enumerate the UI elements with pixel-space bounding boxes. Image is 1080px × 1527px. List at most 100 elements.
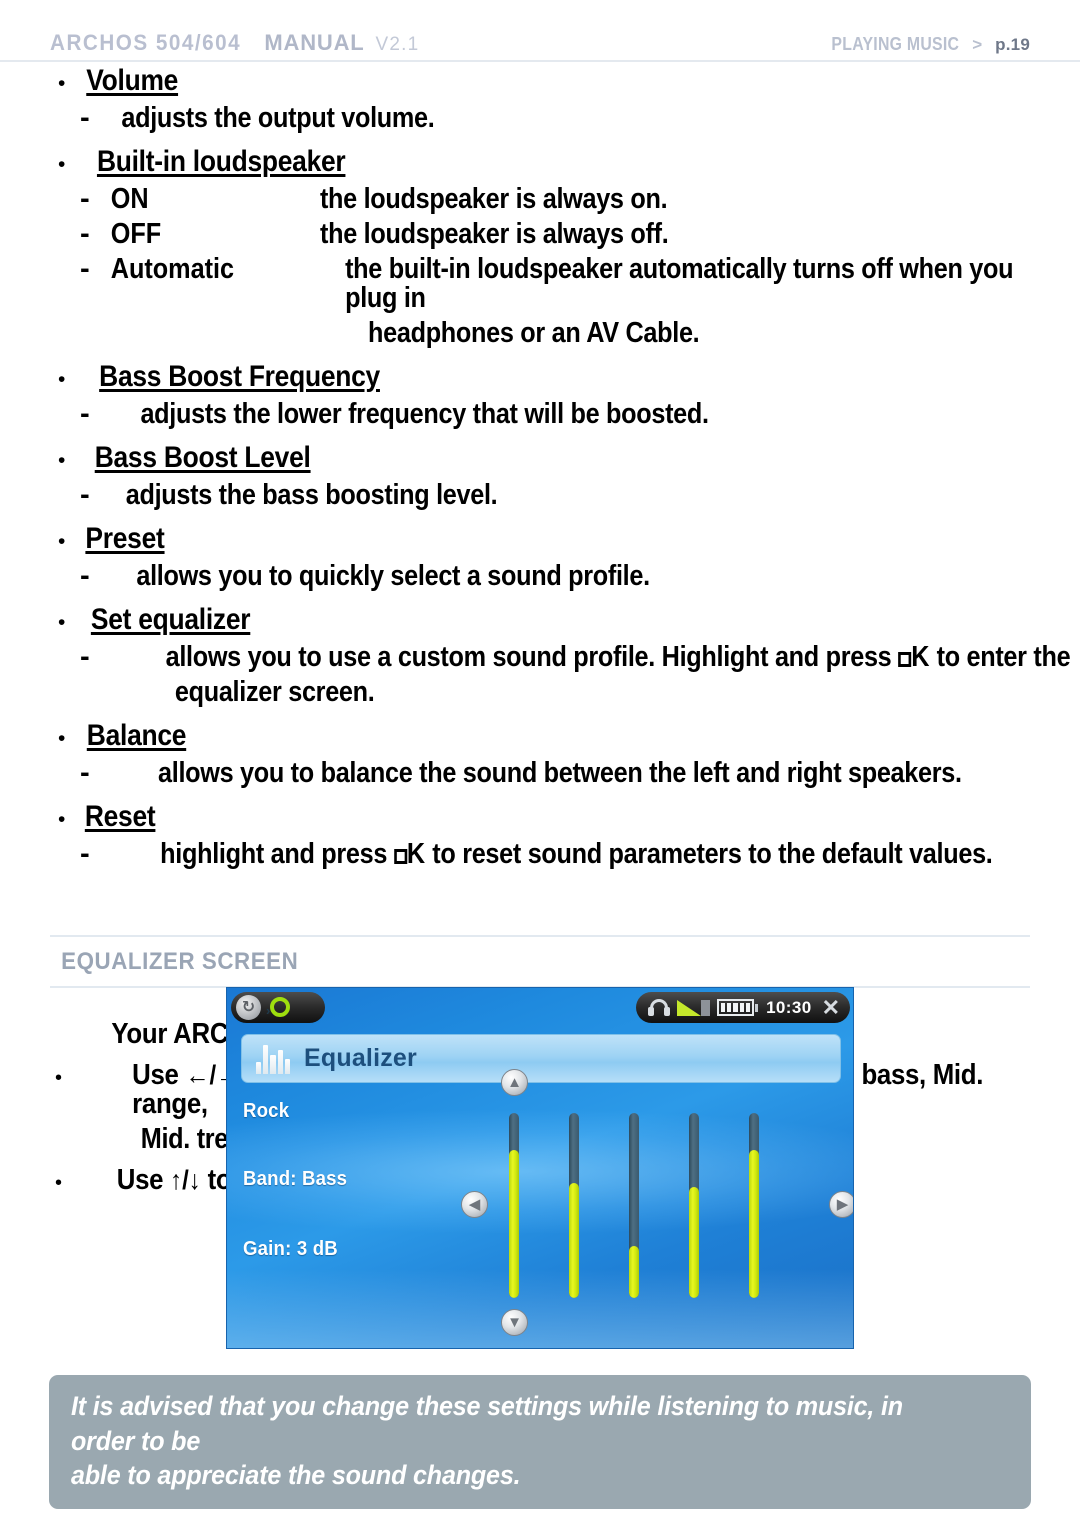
option-row: - Automatic the built-in loudspeaker aut… (58, 255, 1080, 313)
option-row: - ON the loudspeaker is always on. (58, 185, 1080, 214)
dash-icon: - (80, 479, 90, 511)
list-item: • Volume (58, 66, 1080, 96)
band-slider-treble[interactable] (749, 1113, 759, 1298)
page-number: p.19 (995, 35, 1030, 54)
section-heading: EQUALIZER SCREEN (61, 948, 299, 975)
device-status-right: 10:30 ✕ (636, 992, 850, 1023)
option-key: ON (110, 183, 149, 215)
ok-button-label: K (406, 838, 426, 870)
device-status-left: ↻ › (231, 992, 325, 1023)
setting-term: Set equalizer (90, 603, 251, 636)
dash-icon: - (80, 560, 90, 592)
band-slider-mid-range[interactable] (629, 1113, 639, 1298)
band-slider-bass[interactable] (509, 1113, 519, 1298)
list-item-description: - adjusts the lower frequency that will … (58, 400, 1080, 429)
setting-description-continuation: equalizer screen. (174, 676, 375, 708)
option-row: - OFF the loudspeaker is always off. (58, 220, 1080, 249)
bullet-dot-icon: • (58, 72, 66, 95)
device-title: Equalizer (304, 1044, 417, 1072)
option-value: the loudspeaker is always off. (320, 218, 669, 250)
band-slider-mid-bass[interactable] (569, 1113, 579, 1298)
slider-fill (749, 1150, 759, 1298)
brand-title: ARCHOS 504/604 (50, 30, 242, 55)
gain-readout: Gain: 3 dB (243, 1238, 338, 1260)
list-item: • Bass Boost Level (58, 443, 1080, 473)
advisory-banner: It is advised that you change these sett… (49, 1375, 1031, 1509)
setting-description: adjusts the output volume. (121, 102, 435, 134)
gear-icon[interactable]: › (266, 995, 292, 1021)
option-key: OFF (110, 218, 162, 250)
battery-icon (717, 999, 759, 1017)
band-slider-mid-treble[interactable] (689, 1113, 699, 1298)
setting-term: Reset (84, 800, 156, 833)
bullet-dot-icon: • (58, 153, 66, 176)
refresh-icon[interactable]: ↻ (236, 995, 261, 1020)
breadcrumb-section: PLAYING MUSIC (831, 34, 960, 54)
dash-icon: - (80, 838, 90, 870)
slider-fill (689, 1187, 699, 1298)
list-item-description: - allows you to use a custom sound profi… (58, 643, 1080, 672)
advisory-line-2: able to appreciate the sound changes. (71, 1460, 521, 1491)
header-left-group: ARCHOS 504/604 MANUAL V2.1 (50, 30, 419, 60)
setting-description: allows you to quickly select a sound pro… (136, 560, 650, 592)
setting-description: adjusts the bass boosting level. (125, 479, 498, 511)
dash-icon: - (80, 398, 90, 430)
dash-icon: - (80, 757, 90, 789)
slider-fill (569, 1183, 579, 1298)
dash-icon: - (80, 641, 90, 673)
setting-term: Volume (86, 64, 179, 97)
list-item-description: - adjusts the bass boosting level. (58, 481, 1080, 510)
dash-icon: - (80, 253, 90, 285)
setting-description: allows you to balance the sound between … (158, 757, 962, 789)
instruction-pre: Use (132, 1059, 186, 1091)
bullet-dot-icon: • (58, 368, 66, 391)
headphone-icon (648, 998, 671, 1017)
ok-button-label: K (911, 641, 930, 673)
bullet-dot-icon: • (58, 727, 66, 750)
setting-description: adjusts the lower frequency that will be… (140, 398, 709, 430)
list-item: • Reset (58, 802, 1080, 832)
bullet-dot-icon: • (58, 530, 66, 553)
nav-up-button[interactable]: ▲ (501, 1069, 528, 1096)
list-item: • Balance (58, 721, 1080, 751)
slider-fill (509, 1150, 519, 1298)
description-pre: allows you to use a custom sound profile… (165, 641, 899, 673)
preset-readout: Rock (243, 1100, 290, 1122)
volume-icon (677, 999, 711, 1016)
advisory-line-1: It is advised that you change these sett… (71, 1391, 903, 1456)
equalizer-screen-section: EQUALIZER SCREEN (0, 935, 1080, 988)
breadcrumb: PLAYING MUSIC > p.19 (814, 34, 1030, 60)
dash-icon: - (80, 183, 90, 215)
equalizer-sliders: ▲ ▼ ◀ ▶ (461, 1069, 853, 1336)
bullet-dot-icon: • (55, 1172, 63, 1194)
settings-list: • Volume - adjusts the output volume. • … (0, 66, 1080, 869)
nav-left-button[interactable]: ◀ (461, 1191, 488, 1218)
setting-term: Preset (85, 522, 165, 555)
setting-term: Built-in loudspeaker (96, 145, 346, 178)
description-pre: highlight and press (160, 838, 394, 870)
device-title-bar: Equalizer (241, 1034, 841, 1083)
bullet-dot-icon: • (58, 611, 66, 634)
list-item-description: - allows you to balance the sound betwee… (58, 759, 1080, 788)
page-header: ARCHOS 504/604 MANUAL V2.1 PLAYING MUSIC… (0, 0, 1080, 62)
version-label: V2.1 (375, 34, 420, 55)
slider-fill (629, 1246, 639, 1298)
list-item-description: - adjusts the output volume. (58, 104, 1080, 133)
nav-right-button[interactable]: ▶ (829, 1191, 853, 1218)
nav-down-button[interactable]: ▼ (501, 1309, 528, 1336)
list-item: • Preset (58, 524, 1080, 554)
setting-term: Balance (86, 719, 187, 752)
option-value: the built-in loudspeaker automatically t… (345, 253, 1014, 314)
close-icon[interactable]: ✕ (822, 996, 840, 1019)
manual-label: MANUAL (264, 30, 365, 55)
option-key: Automatic (110, 253, 235, 285)
ok-button-icon: K (898, 641, 930, 673)
clock-time: 10:30 (766, 997, 812, 1017)
list-item-description: - allows you to quickly select a sound p… (58, 562, 1080, 591)
option-value-continuation: headphones or an AV Cable. (368, 317, 700, 349)
ok-button-icon: K (393, 838, 426, 870)
setting-term: Bass Boost Frequency (99, 360, 380, 393)
list-item: • Built-in loudspeaker (58, 147, 1080, 177)
description-post: to enter the (929, 641, 1071, 673)
chevron-right-icon: > (972, 35, 983, 54)
